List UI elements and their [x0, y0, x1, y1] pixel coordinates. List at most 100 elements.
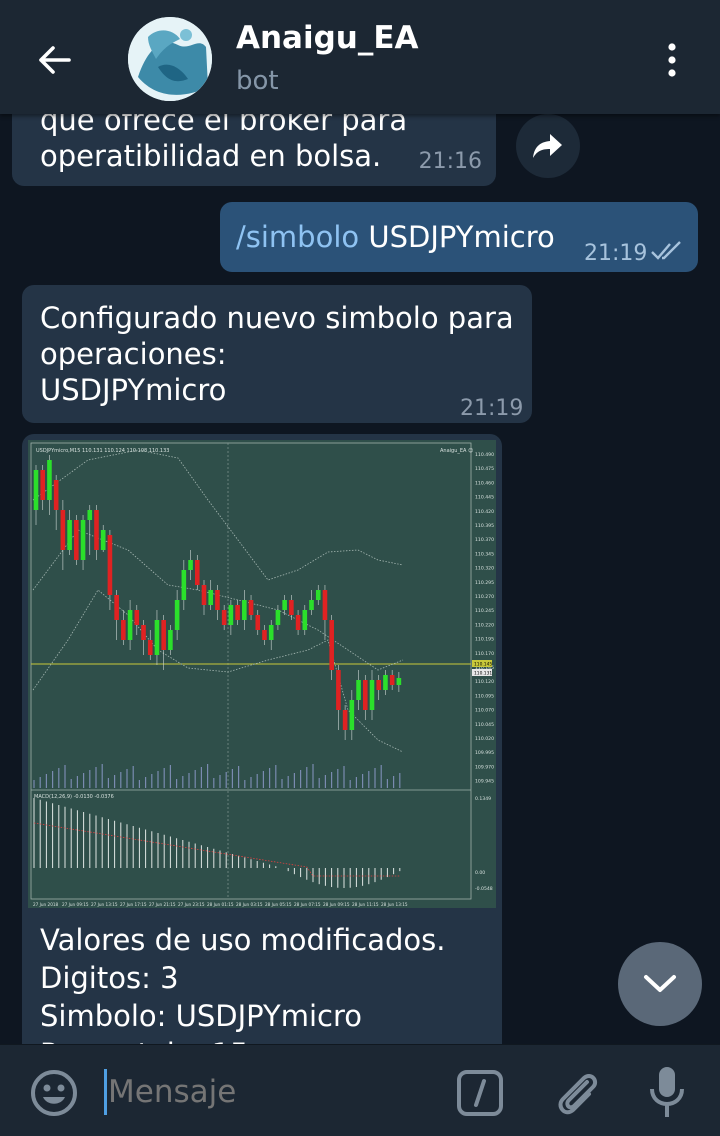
- bull-candle: [356, 680, 361, 700]
- price-tick-label: 110.195: [475, 637, 494, 643]
- bear-candle: [336, 670, 341, 710]
- message-text: /simbolo USDJPYmicro: [236, 219, 555, 255]
- bear-candle: [53, 480, 59, 510]
- caption-line: Digitos: 3: [40, 961, 179, 995]
- bear-candle: [121, 620, 126, 640]
- osc-tick-label: -0.0548: [475, 886, 493, 892]
- bear-candle: [215, 590, 220, 610]
- bull-candle: [181, 570, 187, 600]
- chat-area[interactable]: que ofrece el broker para operatibilidad…: [0, 0, 720, 1044]
- bear-candle: [376, 680, 382, 690]
- share-button[interactable]: [516, 114, 580, 178]
- trading-chart: USDJPYmicro,M15 110.131 110.124 110.108 …: [30, 442, 494, 907]
- avatar[interactable]: [128, 17, 212, 101]
- message-text-line: USDJPYmicro: [40, 373, 227, 407]
- bear-candle: [248, 600, 254, 615]
- bull-candle: [302, 610, 308, 630]
- bull-candle: [282, 600, 287, 610]
- message-text-line: operatibilidad en bolsa.: [40, 139, 382, 173]
- bull-candle: [100, 530, 106, 550]
- message-input[interactable]: [108, 1067, 438, 1117]
- avatar-image: [128, 17, 212, 101]
- bear-candle: [235, 605, 240, 620]
- attach-button[interactable]: [550, 1065, 604, 1121]
- bear-candle: [255, 615, 261, 630]
- bull-candle: [349, 700, 355, 730]
- price-tick-label: 110.460: [475, 480, 494, 486]
- price-marker-label: 110.145: [474, 662, 492, 668]
- bear-candle: [201, 585, 207, 605]
- date-tick-label: 28 Jun 13:15: [381, 902, 408, 907]
- message-bubble-outgoing[interactable]: /simbolo USDJPYmicro 21:19: [220, 202, 698, 272]
- price-tick-label: 110.220: [475, 622, 494, 628]
- date-tick-label: 27 Jun 2018: [33, 902, 59, 907]
- price-tick-label: 110.070: [475, 708, 494, 714]
- date-tick-label: 28 Jun 11:15: [352, 902, 379, 907]
- message-text-line: operaciones:: [40, 337, 227, 371]
- bot-command-button[interactable]: [454, 1067, 506, 1119]
- price-tick-label: 110.320: [475, 566, 494, 572]
- price-tick-label: 110.475: [475, 466, 494, 472]
- bear-candle: [221, 610, 227, 625]
- bear-candle: [289, 600, 294, 615]
- oscillator-label: MACD(12,26,9) -0.0130 -0.0376: [34, 794, 114, 800]
- message-time: 21:19: [584, 241, 648, 266]
- price-tick-label: 109.970: [475, 764, 494, 770]
- bull-candle: [127, 610, 133, 640]
- bear-candle: [322, 590, 328, 620]
- bollinger-band-line: [32, 589, 404, 753]
- date-tick-label: 27 Jun 09:15: [62, 902, 89, 907]
- bull-candle: [309, 600, 314, 610]
- message-bubble-incoming[interactable]: Configurado nuevo simbolo para operacion…: [22, 285, 532, 423]
- price-tick-label: 110.045: [475, 722, 494, 728]
- date-tick-label: 27 Jun 17:15: [120, 902, 147, 907]
- date-tick-label: 27 Jun 13:15: [91, 902, 118, 907]
- slash-command-icon: [457, 1070, 503, 1116]
- bear-candle: [262, 630, 267, 640]
- price-marker-label: 110.131: [474, 671, 492, 677]
- chart-image[interactable]: USDJPYmicro,M15 110.131 110.124 110.108 …: [28, 440, 496, 908]
- bear-candle: [389, 675, 395, 685]
- scroll-down-button[interactable]: [618, 942, 702, 1026]
- bull-candle: [315, 590, 321, 600]
- price-tick-label: 110.270: [475, 594, 494, 600]
- price-tick-label: 110.345: [475, 551, 494, 557]
- message-bubble-photo[interactable]: USDJPYmicro,M15 110.131 110.124 110.108 …: [22, 434, 502, 1044]
- caption-line: Simbolo: USDJPYmicro: [40, 999, 363, 1033]
- bear-candle: [329, 620, 334, 670]
- bear-candle: [114, 595, 119, 620]
- price-tick-label: 110.020: [475, 736, 494, 742]
- message-composer: [0, 1044, 720, 1136]
- date-tick-label: 28 Jun 05:15: [265, 902, 292, 907]
- back-button[interactable]: [24, 30, 84, 90]
- chevron-down-icon: [644, 975, 676, 992]
- macd-signal-line: [33, 822, 400, 877]
- bear-candle: [161, 620, 166, 650]
- bull-candle: [242, 600, 247, 620]
- osc-tick-label: 0.1349: [475, 796, 491, 802]
- message-time: 21:19: [460, 396, 524, 421]
- bear-candle: [194, 560, 200, 585]
- chart-symbol-label: USDJPYmicro,M15 110.131 110.124 110.108 …: [36, 448, 169, 454]
- bot-command-link[interactable]: /simbolo: [236, 220, 359, 254]
- bull-candle: [383, 675, 388, 690]
- bear-candle: [60, 510, 66, 550]
- bear-candle: [141, 625, 146, 640]
- caption-line: Porcentaje: 15: [40, 1036, 249, 1044]
- more-options-button[interactable]: [650, 34, 694, 86]
- price-tick-label: 110.120: [475, 679, 494, 685]
- bull-candle: [268, 625, 274, 640]
- caption-line: Valores de uso modificados.: [40, 923, 446, 957]
- bear-candle: [147, 640, 153, 655]
- bull-candle: [67, 520, 72, 550]
- share-arrow-icon: [533, 134, 562, 158]
- voice-message-button[interactable]: [644, 1063, 690, 1123]
- emoji-button[interactable]: [26, 1065, 82, 1121]
- price-tick-label: 109.995: [475, 750, 494, 756]
- bear-candle: [362, 680, 368, 710]
- price-tick-label: 110.295: [475, 580, 494, 586]
- bull-candle: [188, 560, 193, 570]
- bull-candle: [47, 460, 52, 500]
- bull-candle: [154, 620, 160, 655]
- chat-subtitle: bot: [236, 66, 279, 96]
